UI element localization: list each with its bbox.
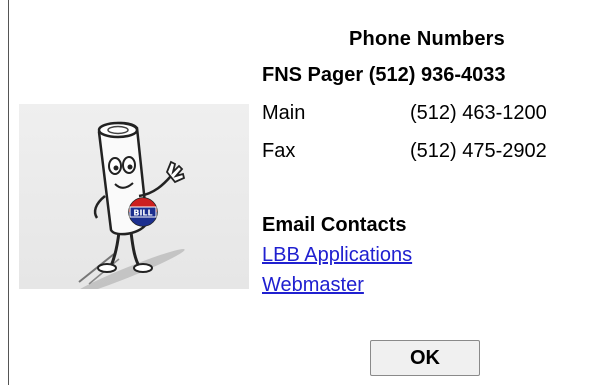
phone-numbers-dialog: BILL Phone Numbers FNS Pager (512) 936-4… [0,0,595,385]
phone-label-fax: Fax [262,140,296,162]
lbb-applications-link[interactable]: LBB Applications [262,244,412,267]
phone-row-fax: Fax (512) 475-2902 [262,140,547,163]
phone-label-main: Main [262,102,306,124]
phone-row-main: Main (512) 463-1200 [262,102,547,125]
phone-numbers-heading: Phone Numbers [349,28,505,50]
phone-number-main: (512) 463-1200 [410,102,547,124]
ok-button[interactable]: OK [370,340,480,376]
bill-mascot-illustration: BILL [19,104,249,289]
phone-number-fax: (512) 475-2902 [410,140,547,162]
webmaster-link[interactable]: Webmaster [262,274,364,297]
dialog-left-border [8,0,9,385]
fns-pager-line: FNS Pager (512) 936-4033 [262,64,506,86]
email-contacts-heading: Email Contacts [262,214,407,236]
badge-text: BILL [133,209,152,218]
